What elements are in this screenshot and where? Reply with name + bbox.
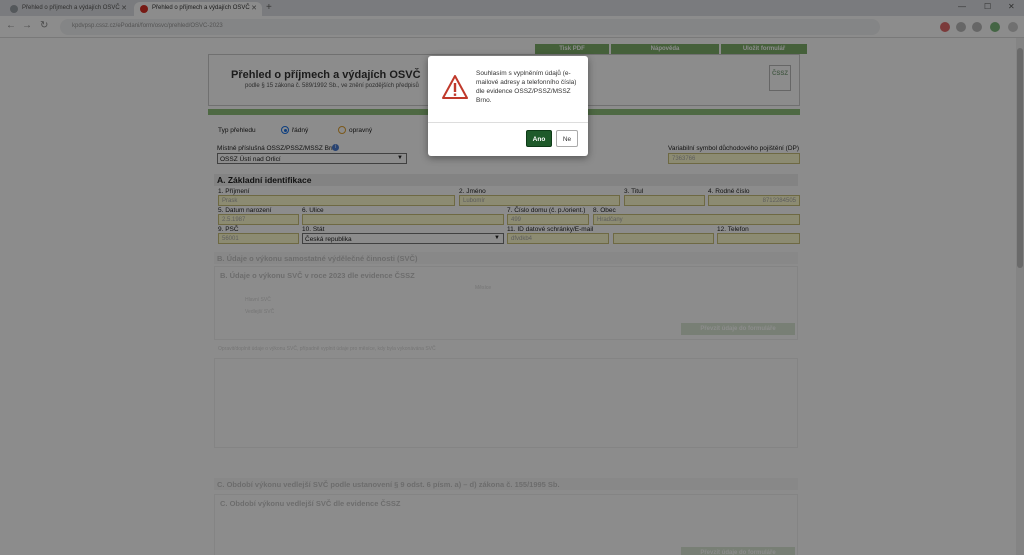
dialog-divider — [428, 122, 588, 123]
ano-button[interactable]: Ano — [526, 130, 552, 147]
ne-button[interactable]: Ne — [556, 130, 578, 147]
dialog-message: Souhlasím s vyplněním údajů (e-mailové a… — [476, 70, 577, 104]
warning-icon — [442, 75, 468, 99]
consent-dialog: Souhlasím s vyplněním údajů (e-mailové a… — [428, 56, 588, 156]
